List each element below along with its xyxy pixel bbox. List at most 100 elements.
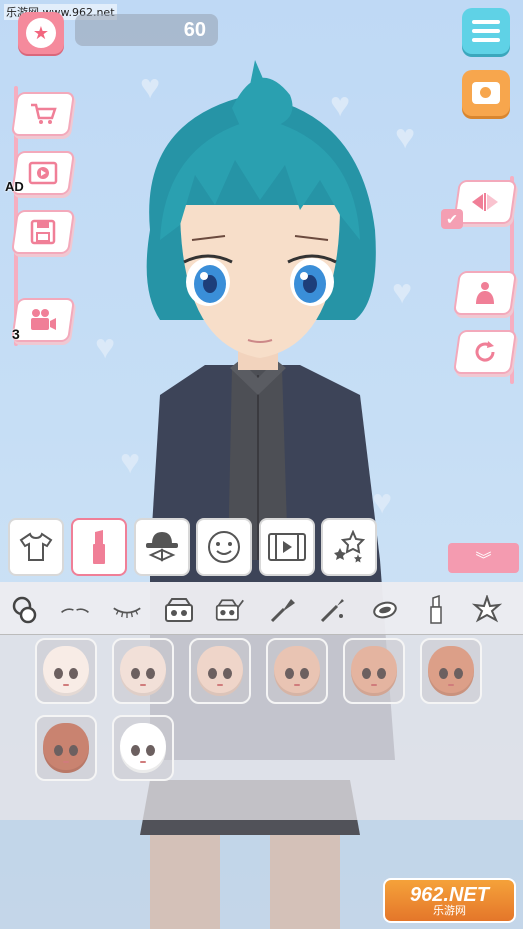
eye — [69, 668, 78, 679]
tab-makeup[interactable] — [71, 518, 127, 576]
eyeshadow-palette-icon — [165, 598, 193, 622]
star-icon: ★ — [26, 18, 56, 48]
mouth — [63, 761, 69, 763]
subcategory-eyeshadow[interactable] — [164, 595, 194, 625]
floppy-disk-icon — [30, 219, 56, 245]
film-play-icon — [268, 533, 306, 561]
shopping-cart-icon — [29, 102, 57, 126]
subcategory-brush[interactable] — [268, 595, 298, 625]
face-preview — [120, 646, 166, 696]
flip-checkbox[interactable]: ✔ — [441, 209, 463, 229]
stars-icon — [334, 530, 366, 563]
logo-main-text: 962.NET — [410, 883, 489, 906]
skin-tone-swatch[interactable] — [112, 715, 174, 781]
video-camera-button[interactable] — [10, 298, 76, 342]
eyeliner-icon — [320, 599, 344, 623]
eye — [300, 668, 309, 679]
mouth — [140, 761, 146, 763]
face-preview — [351, 646, 397, 696]
video-camera-icon — [28, 307, 58, 333]
eye — [454, 668, 463, 679]
face-preview — [428, 646, 474, 696]
logo-sub-text: 乐游网 — [433, 903, 466, 917]
subcategory-face-sticker[interactable] — [472, 595, 502, 625]
lipstick-icon — [93, 530, 105, 564]
tab-accessories[interactable] — [134, 518, 190, 576]
flip-arrows-icon — [470, 192, 500, 212]
lipstick-outline-icon — [430, 595, 442, 624]
subcategory-skin[interactable] — [10, 595, 40, 625]
eyebrows-icon — [61, 608, 89, 613]
eye — [439, 668, 448, 679]
smiley-face-icon — [208, 531, 240, 563]
subcategory-powder[interactable] — [370, 595, 400, 625]
video-count-label: 3 — [12, 326, 20, 342]
rotate-icon — [472, 339, 498, 365]
score-value: 60 — [183, 18, 206, 41]
pose-button[interactable] — [452, 271, 518, 315]
subcategory-blush[interactable] — [215, 595, 245, 625]
eye — [285, 668, 294, 679]
skin-tone-swatch[interactable] — [112, 638, 174, 704]
star-badge-button[interactable]: ★ — [18, 12, 64, 54]
subcategory-lipstick[interactable] — [421, 595, 451, 625]
save-button[interactable] — [10, 210, 76, 254]
tab-clothes[interactable] — [8, 518, 64, 576]
mouth — [371, 684, 377, 686]
subcategory-eyebrows[interactable] — [60, 595, 90, 625]
subcategory-eyelashes[interactable] — [112, 595, 142, 625]
mouth — [63, 684, 69, 686]
tab-effects[interactable] — [321, 518, 377, 576]
eyelashes-icon — [113, 607, 141, 618]
reset-button[interactable] — [452, 330, 518, 374]
ad-label: AD — [5, 179, 24, 194]
skin-tone-swatch[interactable] — [266, 638, 328, 704]
skin-tone-swatch[interactable] — [420, 638, 482, 704]
face-preview — [274, 646, 320, 696]
double-chevron-down-icon: ︾ — [475, 552, 492, 569]
makeup-brush-icon — [270, 599, 295, 623]
hamburger-icon — [472, 20, 500, 24]
hat-icon — [146, 532, 178, 562]
face-preview — [120, 723, 166, 773]
skin-tone-swatch[interactable] — [35, 715, 97, 781]
face-preview — [43, 723, 89, 773]
eye — [54, 745, 63, 756]
skin-tone-swatch[interactable] — [189, 638, 251, 704]
shirt-icon — [19, 532, 53, 561]
face-preview — [197, 646, 243, 696]
pose-figure-icon — [472, 280, 498, 306]
site-logo: 962.NET 乐游网 — [383, 878, 516, 923]
eye — [362, 668, 371, 679]
collapse-panel-button[interactable]: ︾ — [448, 543, 519, 573]
subcategory-eyeliner[interactable] — [318, 595, 348, 625]
hamburger-line — [472, 38, 500, 42]
skin-tone-swatch[interactable] — [343, 638, 405, 704]
hamburger-line — [472, 29, 500, 33]
mouth — [294, 684, 300, 686]
tab-video[interactable] — [259, 518, 315, 576]
tab-face[interactable] — [196, 518, 252, 576]
eye — [208, 668, 217, 679]
eye — [223, 668, 232, 679]
eye — [131, 745, 140, 756]
menu-button[interactable] — [462, 8, 510, 54]
shop-button[interactable] — [10, 92, 76, 136]
score-display: 60 — [75, 14, 218, 46]
camera-icon — [472, 82, 500, 104]
face-preview — [43, 646, 89, 696]
eye — [146, 668, 155, 679]
play-video-icon — [28, 161, 58, 185]
powder-compact-icon — [373, 601, 397, 619]
eye — [146, 745, 155, 756]
screenshot-camera-button[interactable] — [462, 70, 510, 116]
skin-tone-swatch[interactable] — [35, 638, 97, 704]
eye — [131, 668, 140, 679]
mouth — [217, 684, 223, 686]
face-outline-icon — [12, 596, 37, 624]
mouth — [448, 684, 454, 686]
eye — [377, 668, 386, 679]
eye — [54, 668, 63, 679]
flower-sticker-icon — [472, 595, 502, 623]
blush-palette-icon — [215, 599, 244, 621]
